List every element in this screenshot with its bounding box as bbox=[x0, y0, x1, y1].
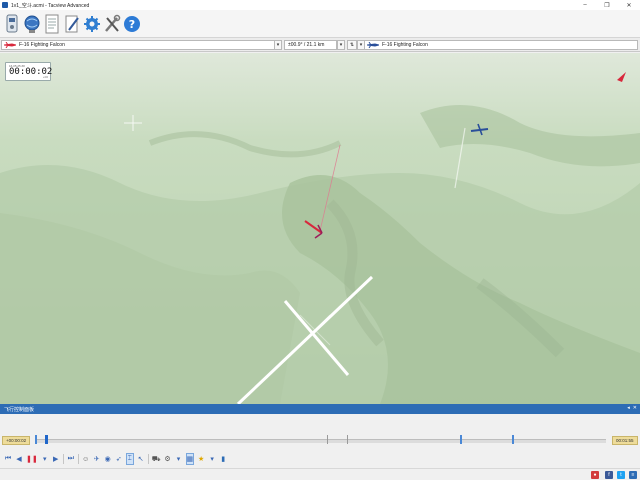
chase-view-icon[interactable]: ➶ bbox=[115, 453, 123, 465]
online-status-icon[interactable]: ≡ bbox=[629, 471, 637, 479]
window-title: 1v1_空斗.acmi - Tacview Advanced bbox=[11, 2, 90, 9]
panel-close-button[interactable]: ✕ bbox=[633, 405, 637, 411]
vehicle-filter-icon[interactable]: ⛟ bbox=[152, 453, 161, 465]
timeline-event-marker[interactable] bbox=[512, 435, 514, 444]
pilot-view-icon[interactable]: ☺ bbox=[82, 453, 90, 465]
favorite-icon[interactable]: ★ bbox=[197, 453, 205, 465]
skip-start-icon[interactable]: ⏮ bbox=[4, 453, 12, 465]
settings-icon[interactable] bbox=[83, 13, 101, 35]
end-time-text: 00:01:55 bbox=[616, 438, 634, 443]
timeline-panel: +00:00:02 00:01:55 bbox=[0, 414, 640, 450]
timeline-event-marker[interactable] bbox=[460, 435, 462, 444]
edit-icon[interactable] bbox=[63, 13, 81, 35]
panel-title: 飞行控制面板 bbox=[4, 406, 35, 413]
step-back-icon[interactable]: ◀ bbox=[15, 453, 23, 465]
arrow-view-icon[interactable]: ↖ bbox=[137, 453, 145, 465]
timeline-event-marker[interactable] bbox=[35, 435, 37, 444]
document-icon[interactable] bbox=[43, 13, 61, 35]
panel-pin-button[interactable]: ◂ bbox=[627, 405, 630, 411]
zoom-slider-icon[interactable]: ▮ bbox=[219, 453, 227, 465]
globe-icon[interactable] bbox=[23, 13, 41, 35]
window-controls: – ❐ ✕ bbox=[574, 0, 640, 10]
timeline-cursor[interactable] bbox=[45, 435, 48, 444]
layers-dropdown-icon[interactable]: ▾ bbox=[175, 453, 183, 465]
record-status-icon[interactable]: ● bbox=[591, 471, 599, 479]
maximize-button[interactable]: ❐ bbox=[596, 0, 618, 10]
title-bar: 1v1_空斗.acmi - Tacview Advanced – ❐ ✕ bbox=[0, 0, 640, 10]
close-button[interactable]: ✕ bbox=[618, 0, 640, 10]
svg-text:?: ? bbox=[129, 18, 135, 31]
relative-info-dropdown[interactable]: ▾ bbox=[337, 40, 345, 50]
minimize-button[interactable]: – bbox=[574, 0, 596, 10]
tacview-app-icon bbox=[2, 2, 8, 8]
grid-toggle-icon[interactable]: ▦ bbox=[185, 453, 195, 465]
secondary-object-label: F-16 Fighting Falcon bbox=[382, 42, 428, 48]
favorite-dropdown-icon[interactable]: ▾ bbox=[208, 453, 216, 465]
secondary-object-selector[interactable]: F-16 Fighting Falcon bbox=[364, 40, 638, 50]
status-bar: ● f t ≡ bbox=[0, 468, 640, 480]
timeline-event-marker[interactable] bbox=[327, 435, 328, 444]
red-jet-icon bbox=[4, 42, 16, 48]
primary-object-dropdown[interactable]: ▾ bbox=[274, 40, 282, 50]
help-icon[interactable]: ? bbox=[123, 13, 141, 35]
blue-jet-icon bbox=[367, 42, 379, 48]
playback-controls: ⏮ ◀ ❚❚ ▾ ▶ ⏭ ☺ ✈ ◉ ➶ ⌶ ↖ ⛟ ⚙ ▾ ▦ ★ ▾ ▮ bbox=[0, 450, 640, 468]
start-time-text: +00:00:02 bbox=[6, 438, 27, 443]
external-view-icon[interactable]: ◉ bbox=[104, 453, 112, 465]
relative-info-value: ±00.9° / 21.1 km bbox=[288, 42, 325, 48]
recorder-icon[interactable] bbox=[3, 13, 21, 35]
main-toolbar: ? bbox=[0, 10, 640, 38]
primary-object-selector[interactable]: F-16 Fighting Falcon bbox=[1, 40, 282, 50]
swap-objects-button[interactable]: ⇅ bbox=[347, 40, 357, 50]
relative-info-field: ±00.9° / 21.1 km bbox=[284, 40, 337, 50]
timeline-track[interactable] bbox=[36, 439, 606, 443]
separator bbox=[77, 454, 79, 464]
terrain-view bbox=[0, 53, 640, 404]
speed-dropdown-icon[interactable]: ▾ bbox=[41, 453, 49, 465]
tactical-view-icon[interactable]: ⌶ bbox=[125, 453, 134, 465]
timeline-event-marker[interactable] bbox=[347, 435, 348, 444]
clock-utc: +00 bbox=[42, 75, 48, 79]
separator bbox=[147, 454, 149, 464]
pause-icon[interactable]: ❚❚ bbox=[26, 453, 38, 465]
cockpit-view-icon[interactable]: ✈ bbox=[93, 453, 101, 465]
object-selection-bar: F-16 Fighting Falcon ▾ ±00.9° / 21.1 km … bbox=[0, 38, 640, 52]
mission-clock: 16.05.25 ## 00:00:02 +00 bbox=[5, 62, 52, 81]
timeline-start-time: +00:00:02 bbox=[2, 436, 31, 445]
tools-icon[interactable] bbox=[103, 13, 121, 35]
primary-object-label: F-16 Fighting Falcon bbox=[19, 42, 65, 48]
skip-end-icon[interactable]: ⏭ bbox=[67, 453, 75, 465]
labels-filter-icon[interactable]: ⚙ bbox=[164, 453, 172, 465]
facebook-icon[interactable]: f bbox=[605, 471, 613, 479]
timeline-end-time: 00:01:55 bbox=[612, 436, 638, 445]
flight-control-panel-header: 飞行控制面板 ◂ ✕ bbox=[0, 404, 640, 414]
step-forward-icon[interactable]: ▶ bbox=[52, 453, 60, 465]
separator bbox=[62, 454, 64, 464]
twitter-icon[interactable]: t bbox=[617, 471, 625, 479]
3d-viewport[interactable]: 16.05.25 ## 00:00:02 +00 bbox=[0, 53, 640, 404]
